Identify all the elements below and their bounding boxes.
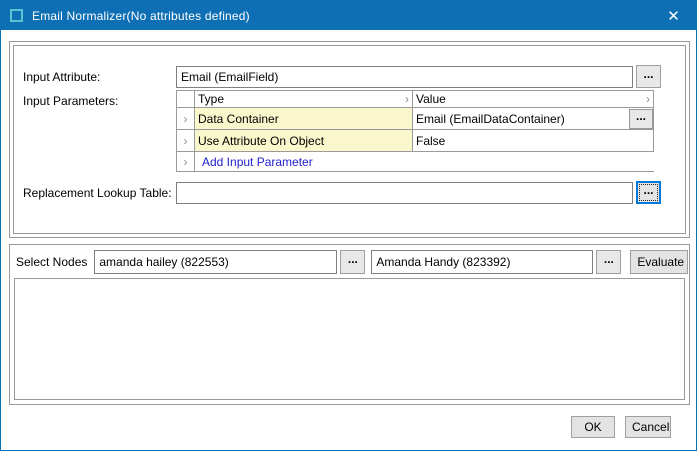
param-type-cell[interactable]: Data Container <box>195 108 413 130</box>
node1-field[interactable] <box>94 250 337 274</box>
input-attribute-row: Input Attribute: ... <box>23 65 661 88</box>
input-attribute-browse-button[interactable]: ... <box>636 65 661 88</box>
input-attribute-label: Input Attribute: <box>23 70 176 84</box>
node1-browse-button[interactable]: ... <box>340 250 365 274</box>
chevron-right-icon: › <box>646 94 650 104</box>
chevron-right-icon: › <box>184 157 188 167</box>
input-parameters-label: Input Parameters: <box>23 90 176 108</box>
chevron-right-icon: › <box>184 136 188 146</box>
window-title: Email Normalizer(No attributes defined) <box>32 9 250 23</box>
value-header-label: Value <box>416 92 446 106</box>
dialog-window: Email Normalizer(No attributes defined) … <box>0 0 697 451</box>
input-attribute-field[interactable] <box>176 66 633 88</box>
node2-field[interactable] <box>371 250 593 274</box>
data-container-browse-button[interactable]: ... <box>629 109 653 129</box>
close-icon[interactable]: ✕ <box>651 1 696 30</box>
evaluation-results-area <box>14 278 685 400</box>
column-header-value[interactable]: Value › <box>413 91 654 108</box>
type-header-label: Type <box>198 92 224 106</box>
add-cell: Add Input Parameter <box>195 152 654 172</box>
title-bar: Email Normalizer(No attributes defined) … <box>1 1 696 30</box>
param-value-text: Email (EmailDataContainer) <box>416 112 565 126</box>
ok-button[interactable]: OK <box>571 416 615 438</box>
attributes-groupbox: Input Attribute: ... Input Parameters: T… <box>13 45 686 234</box>
node2-browse-button[interactable]: ... <box>596 250 621 274</box>
add-parameter-row: › Add Input Parameter <box>177 152 654 172</box>
param-value-cell[interactable]: Email (EmailDataContainer) ... <box>413 108 654 130</box>
table-row: › Use Attribute On Object False <box>177 130 654 152</box>
replacement-lookup-browse-button[interactable]: ... <box>636 181 661 204</box>
row-selector-cell[interactable]: › <box>177 108 195 130</box>
chevron-right-icon: › <box>405 94 409 104</box>
header-selector-cell <box>177 91 195 108</box>
app-icon <box>10 9 23 22</box>
param-type-cell[interactable]: Use Attribute On Object <box>195 130 413 152</box>
chevron-right-icon: › <box>184 114 188 124</box>
param-value-cell[interactable]: False <box>413 130 654 152</box>
cancel-button[interactable]: Cancel <box>625 416 671 438</box>
input-parameters-table: Type › Value › › Data Container <box>176 90 654 172</box>
replacement-lookup-field[interactable] <box>176 182 633 204</box>
table-row: › Data Container Email (EmailDataContain… <box>177 108 654 130</box>
table-header-row: Type › Value › <box>177 91 654 108</box>
replacement-lookup-row: Replacement Lookup Table: ... <box>23 181 661 204</box>
replacement-lookup-label: Replacement Lookup Table: <box>23 186 176 200</box>
attributes-panel: Input Attribute: ... Input Parameters: T… <box>9 41 690 238</box>
select-nodes-label: Select Nodes <box>14 255 94 269</box>
evaluate-button[interactable]: Evaluate <box>630 250 688 274</box>
row-selector-cell[interactable]: › <box>177 130 195 152</box>
input-parameters-row: Input Parameters: Type › Value › <box>23 90 661 172</box>
column-header-type[interactable]: Type › <box>195 91 413 108</box>
select-nodes-row: Select Nodes ... ... Evaluate <box>14 249 685 274</box>
select-nodes-panel: Select Nodes ... ... Evaluate <box>9 244 690 405</box>
add-input-parameter-link[interactable]: Add Input Parameter <box>202 155 313 169</box>
row-selector-cell[interactable]: › <box>177 152 195 172</box>
